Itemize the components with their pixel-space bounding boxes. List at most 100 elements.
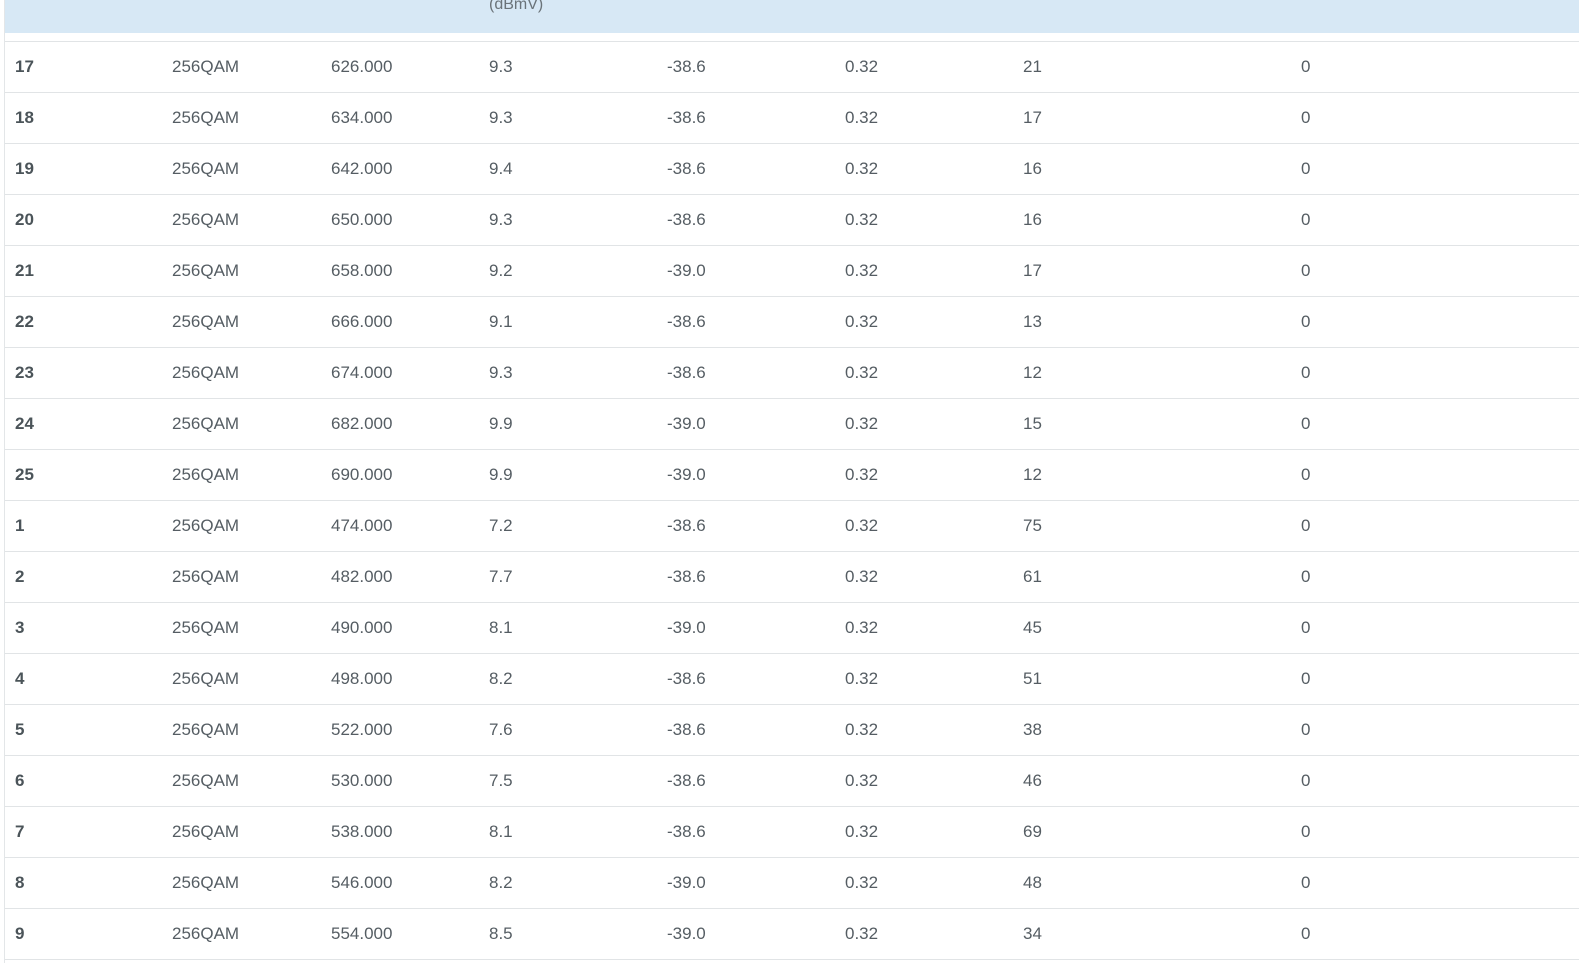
uncorrectable-cell: 0 [1301, 720, 1311, 739]
modulation-cell: 256QAM [172, 873, 240, 892]
table-row: 1 256QAM 474.000 7.2 -38.6 0.32 75 0 [5, 501, 1579, 552]
corrected-cell: 12 [1023, 465, 1042, 484]
channel-id-cell: 24 [15, 414, 34, 433]
uncorrectable-cell: 0 [1301, 414, 1311, 433]
modulation-cell: 256QAM [172, 516, 240, 535]
frequency-cell: 554.000 [331, 924, 393, 943]
uncorrectable-cell: 0 [1301, 210, 1311, 229]
channel-id-cell: 5 [15, 720, 25, 739]
uncorrectable-cell: 0 [1301, 567, 1311, 586]
table-row: 6 256QAM 530.000 7.5 -38.6 0.32 46 0 [5, 756, 1579, 807]
channel-id-cell: 21 [15, 261, 34, 280]
power-cell: 9.1 [489, 312, 513, 331]
power-cell: 9.3 [489, 108, 513, 127]
snr-cell: -38.6 [667, 516, 706, 535]
snr-cell: -38.6 [667, 720, 706, 739]
frequency-cell: 522.000 [331, 720, 393, 739]
corrected-cell: 51 [1023, 669, 1042, 688]
table-row: 9 256QAM 554.000 8.5 -39.0 0.32 34 0 [5, 909, 1579, 960]
power-cell: 8.1 [489, 822, 513, 841]
value-cell: 0.32 [845, 720, 879, 739]
value-cell: 0.32 [845, 771, 879, 790]
table-row: 17 256QAM 626.000 9.3 -38.6 0.32 21 0 [5, 42, 1579, 93]
power-cell: 9.9 [489, 465, 513, 484]
snr-cell: -39.0 [667, 924, 706, 943]
power-cell: 9.4 [489, 159, 513, 178]
table-row: 8 256QAM 546.000 8.2 -39.0 0.32 48 0 [5, 858, 1579, 909]
table-row: 23 256QAM 674.000 9.3 -38.6 0.32 12 0 [5, 348, 1579, 399]
frequency-cell: 650.000 [331, 210, 393, 229]
frequency-cell: 666.000 [331, 312, 393, 331]
frequency-cell: 546.000 [331, 873, 393, 892]
frequency-cell: 530.000 [331, 771, 393, 790]
value-cell: 0.32 [845, 618, 879, 637]
power-cell: 7.6 [489, 720, 513, 739]
power-cell: 8.2 [489, 669, 513, 688]
snr-cell: -39.0 [667, 873, 706, 892]
power-cell: 7.7 [489, 567, 513, 586]
table-row: 2 256QAM 482.000 7.7 -38.6 0.32 61 0 [5, 552, 1579, 603]
channel-id-cell: 8 [15, 873, 25, 892]
value-cell: 0.32 [845, 924, 879, 943]
modulation-cell: 256QAM [172, 720, 240, 739]
modulation-cell: 256QAM [172, 822, 240, 841]
frequency-cell: 674.000 [331, 363, 393, 382]
power-cell: 9.3 [489, 57, 513, 76]
channel-id-cell: 1 [15, 516, 25, 535]
frequency-cell: 490.000 [331, 618, 393, 637]
modulation-cell: 256QAM [172, 57, 240, 76]
corrected-cell: 13 [1023, 312, 1042, 331]
table-row: 22 256QAM 666.000 9.1 -38.6 0.32 13 0 [5, 297, 1579, 348]
modulation-cell: 256QAM [172, 159, 240, 178]
value-cell: 0.32 [845, 567, 879, 586]
frequency-cell: 690.000 [331, 465, 393, 484]
channel-id-cell: 4 [15, 669, 25, 688]
value-cell: 0.32 [845, 465, 879, 484]
channel-id-cell: 20 [15, 210, 34, 229]
power-cell: 8.1 [489, 618, 513, 637]
snr-cell: -38.6 [667, 363, 706, 382]
value-cell: 0.32 [845, 414, 879, 433]
table-body: 17 256QAM 626.000 9.3 -38.6 0.32 21 0 18 256QAM 63… [5, 41, 1579, 960]
value-cell: 0.32 [845, 210, 879, 229]
header-unit-label: (dBmV) [489, 0, 544, 13]
table-row: 25 256QAM 690.000 9.9 -39.0 0.32 12 0 [5, 450, 1579, 501]
power-cell: 8.2 [489, 873, 513, 892]
corrected-cell: 61 [1023, 567, 1042, 586]
snr-cell: -39.0 [667, 261, 706, 280]
value-cell: 0.32 [845, 669, 879, 688]
channel-id-cell: 18 [15, 108, 34, 127]
modulation-cell: 256QAM [172, 210, 240, 229]
uncorrectable-cell: 0 [1301, 924, 1311, 943]
channel-id-cell: 22 [15, 312, 34, 331]
value-cell: 0.32 [845, 873, 879, 892]
snr-cell: -39.0 [667, 414, 706, 433]
modulation-cell: 256QAM [172, 669, 240, 688]
uncorrectable-cell: 0 [1301, 108, 1311, 127]
value-cell: 0.32 [845, 516, 879, 535]
uncorrectable-cell: 0 [1301, 312, 1311, 331]
snr-cell: -39.0 [667, 618, 706, 637]
corrected-cell: 16 [1023, 210, 1042, 229]
frequency-cell: 538.000 [331, 822, 393, 841]
frequency-cell: 682.000 [331, 414, 393, 433]
table-row: 7 256QAM 538.000 8.1 -38.6 0.32 69 0 [5, 807, 1579, 858]
table-row: 18 256QAM 634.000 9.3 -38.6 0.32 17 0 [5, 93, 1579, 144]
snr-cell: -38.6 [667, 108, 706, 127]
modulation-cell: 256QAM [172, 771, 240, 790]
table-header: (dBmV) [5, 0, 1579, 33]
frequency-cell: 642.000 [331, 159, 393, 178]
uncorrectable-cell: 0 [1301, 771, 1311, 790]
value-cell: 0.32 [845, 312, 879, 331]
value-cell: 0.32 [845, 57, 879, 76]
snr-cell: -38.6 [667, 210, 706, 229]
modulation-cell: 256QAM [172, 618, 240, 637]
modulation-cell: 256QAM [172, 465, 240, 484]
power-cell: 9.2 [489, 261, 513, 280]
snr-cell: -38.6 [667, 159, 706, 178]
corrected-cell: 17 [1023, 108, 1042, 127]
table-row: 3 256QAM 490.000 8.1 -39.0 0.32 45 0 [5, 603, 1579, 654]
channel-id-cell: 23 [15, 363, 34, 382]
snr-cell: -39.0 [667, 465, 706, 484]
value-cell: 0.32 [845, 159, 879, 178]
